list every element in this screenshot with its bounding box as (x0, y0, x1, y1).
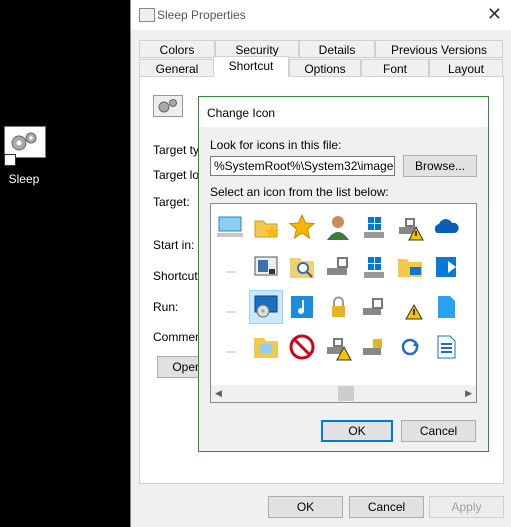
lock-icon[interactable] (321, 290, 355, 324)
tab-details[interactable]: Details (299, 40, 375, 58)
monitor-disc-icon[interactable] (249, 290, 283, 324)
star-icon[interactable] (285, 210, 319, 244)
start-in-label: Start in: (153, 238, 195, 252)
sync-icon[interactable] (393, 330, 427, 364)
onedrive-cloud-icon[interactable] (429, 210, 463, 244)
properties-ok-button[interactable]: OK (268, 496, 343, 518)
icon-file-path-input[interactable]: %SystemRoot%\System32\imageres.dll (210, 156, 395, 176)
tab-options[interactable]: Options (289, 59, 361, 77)
properties-cancel-button[interactable]: Cancel (349, 496, 424, 518)
windows-drive-icon[interactable] (357, 210, 391, 244)
tab-general[interactable]: General (139, 59, 215, 77)
small-icon[interactable] (213, 290, 247, 324)
properties-title: Sleep Properties (157, 8, 246, 22)
user-icon[interactable] (321, 210, 355, 244)
music-note-icon[interactable] (285, 290, 319, 324)
icon-list[interactable]: ◀ ▶ (210, 203, 477, 403)
target-label: Target: (153, 195, 190, 209)
small-icon[interactable] (213, 250, 247, 284)
shortcut-gears-icon (153, 95, 183, 117)
tab-previous-versions[interactable]: Previous Versions (375, 40, 503, 58)
look-for-label: Look for icons in this file: (210, 138, 342, 152)
folder-star-icon[interactable] (249, 210, 283, 244)
blank-page-icon[interactable] (429, 290, 463, 324)
sync-arrow-icon[interactable] (429, 250, 463, 284)
windows-drive-icon[interactable] (357, 250, 391, 284)
folder-window-icon[interactable] (249, 330, 283, 364)
document-list-icon[interactable] (429, 330, 463, 364)
scrollbar-thumb[interactable] (338, 386, 354, 401)
select-icon-label: Select an icon from the list below: (210, 185, 389, 199)
window-gears-icon (139, 8, 155, 22)
tab-colors[interactable]: Colors (139, 40, 215, 58)
tab-layout[interactable]: Layout (429, 59, 503, 77)
drive-lock-warning-icon[interactable] (393, 210, 427, 244)
change-icon-titlebar: Change Icon (199, 97, 488, 127)
icon-list-scrollbar[interactable]: ◀ ▶ (211, 385, 476, 402)
computer-icon[interactable] (213, 210, 247, 244)
run-label: Run: (153, 300, 179, 314)
properties-titlebar: Sleep Properties ✕ (131, 0, 511, 30)
tab-shortcut[interactable]: Shortcut (213, 56, 289, 77)
change-icon-dialog: Change Icon Look for icons in this file:… (198, 96, 489, 452)
search-folder-icon[interactable] (285, 250, 319, 284)
control-panel-icon[interactable] (249, 250, 283, 284)
browse-button[interactable]: Browse... (403, 155, 477, 177)
small-icon[interactable] (213, 330, 247, 364)
change-icon-title: Change Icon (207, 106, 276, 120)
close-icon[interactable]: ✕ (487, 4, 502, 25)
properties-apply-button: Apply (429, 496, 504, 518)
desktop-shortcut-sleep[interactable]: Sleep (2, 126, 46, 190)
warning-icon[interactable] (393, 290, 427, 324)
scroll-left-icon[interactable]: ◀ (215, 388, 222, 399)
shortcut-arrow-icon (4, 154, 16, 166)
drive-lock-icon[interactable] (321, 250, 355, 284)
desktop-shortcut-label: Sleep (8, 172, 40, 186)
change-icon-ok-button[interactable]: OK (321, 420, 393, 442)
folder-network-icon[interactable] (393, 250, 427, 284)
usb-drive-lock-icon[interactable] (357, 290, 391, 324)
scroll-right-icon[interactable]: ▶ (465, 388, 472, 399)
tab-font[interactable]: Font (361, 59, 429, 77)
no-entry-icon[interactable] (285, 330, 319, 364)
change-icon-cancel-button[interactable]: Cancel (401, 420, 476, 442)
drive-lock-warning-icon[interactable] (321, 330, 355, 364)
usb-drive-lock-icon[interactable] (357, 330, 391, 364)
